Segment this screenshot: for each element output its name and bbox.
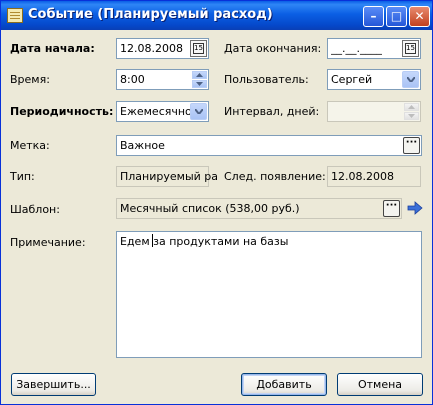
spin-down-icon[interactable] (192, 80, 207, 88)
tag-select-button[interactable]: ··· (403, 137, 420, 154)
start-date-field[interactable]: 12.08.2008 15 (116, 38, 209, 59)
calendar-icon: 15 (405, 43, 416, 54)
periodicity-select[interactable]: Ежемесячно (116, 101, 209, 122)
spin-up-icon[interactable] (192, 71, 207, 79)
template-field: Месячный список (538,00 руб.) ··· (116, 198, 402, 219)
type-label: Тип: (10, 170, 35, 183)
type-field: Планируемый ра (116, 166, 218, 187)
maximize-icon: □ (390, 9, 403, 23)
tag-value: Важное (120, 139, 165, 152)
interval-field (327, 101, 421, 122)
time-field[interactable]: 8:00 (116, 69, 209, 90)
note-textarea[interactable]: Едем за продуктами на базы (116, 231, 422, 358)
interval-label: Интервал, дней: (224, 105, 320, 118)
minimize-icon: – (370, 9, 377, 23)
template-value: Месячный список (538,00 руб.) (120, 202, 300, 215)
chevron-down-icon[interactable] (402, 71, 419, 88)
spin-up-icon (404, 103, 419, 111)
next-occurrence-value: 12.08.2008 (331, 170, 394, 183)
document-icon (7, 8, 23, 23)
ellipsis-icon: ··· (405, 137, 418, 148)
minimize-button[interactable]: – (363, 6, 384, 27)
add-button[interactable]: Добавить (241, 373, 327, 396)
chevron-down-icon[interactable] (190, 103, 207, 120)
text-caret (152, 234, 153, 247)
calendar-button[interactable]: 15 (402, 40, 419, 57)
periodicity-value: Ежемесячно (120, 105, 192, 118)
interval-spinner (404, 103, 419, 120)
start-date-label: Дата начала: (10, 42, 95, 55)
finish-button[interactable]: Завершить... (11, 373, 96, 396)
note-label: Примечание: (10, 236, 86, 249)
ellipsis-icon: ··· (385, 200, 398, 211)
periodicity-label: Периодичность: (10, 105, 114, 118)
user-select[interactable]: Сергей (327, 69, 421, 90)
end-date-value: __.__.____ (331, 42, 382, 55)
type-value: Планируемый ра (120, 170, 218, 183)
calendar-icon: 15 (193, 43, 204, 54)
tag-label: Метка: (10, 139, 50, 152)
end-date-label: Дата окончания: (224, 42, 322, 55)
close-button[interactable]: ✕ (409, 6, 430, 27)
time-spinner[interactable] (192, 71, 207, 88)
end-date-field[interactable]: __.__.____ 15 (327, 38, 421, 59)
event-dialog: Событие (Планируемый расход) – □ ✕ Дата … (0, 0, 433, 405)
title-bar[interactable]: Событие (Планируемый расход) – □ ✕ (1, 1, 432, 30)
note-value: Едем за продуктами на базы (120, 235, 289, 248)
time-label: Время: (10, 73, 50, 86)
calendar-button[interactable]: 15 (190, 40, 207, 57)
next-occurrence-label: След. появление: (224, 170, 326, 183)
tag-field[interactable]: Важное ··· (116, 135, 422, 156)
template-select-button[interactable]: ··· (383, 200, 400, 217)
arrow-right-icon[interactable] (407, 201, 423, 215)
spin-down-icon (404, 112, 419, 120)
close-icon: ✕ (414, 9, 425, 23)
user-label: Пользователь: (224, 73, 309, 86)
maximize-button[interactable]: □ (386, 6, 407, 27)
template-label: Шаблон: (10, 203, 60, 216)
start-date-value: 12.08.2008 (120, 42, 183, 55)
cancel-button[interactable]: Отмена (337, 373, 423, 396)
next-occurrence-field: 12.08.2008 (327, 166, 421, 187)
user-value: Сергей (331, 73, 373, 86)
window-title: Событие (Планируемый расход) (28, 7, 273, 22)
time-value: 8:00 (120, 73, 145, 86)
